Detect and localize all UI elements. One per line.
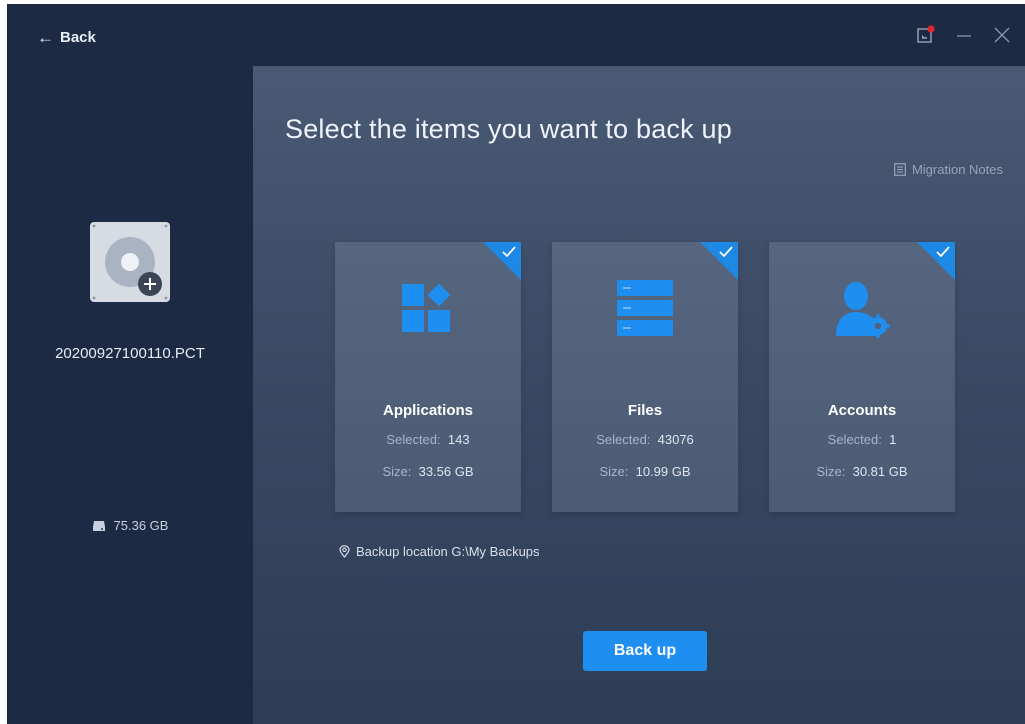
selected-label: Selected: <box>386 432 441 447</box>
checkmark-icon <box>502 246 516 258</box>
checkmark-icon <box>936 246 950 258</box>
card-selected-line: Selected: 143 <box>335 432 521 447</box>
app-window: ← Back 20200927100110.PCT 75.36 GB Selec… <box>7 4 1025 724</box>
back-label: Back <box>60 28 96 46</box>
accounts-card[interactable]: Accounts Selected: 1 Size: 30.81 GB <box>769 242 955 512</box>
selected-count: 1 <box>889 432 897 447</box>
close-icon <box>994 27 1010 43</box>
main-panel: Select the items you want to back up Mig… <box>253 66 1025 724</box>
checkmark-icon <box>719 246 733 258</box>
disk-size: 75.36 GB <box>7 518 253 533</box>
accounts-icon <box>836 282 890 338</box>
size-label: Size: <box>382 464 412 479</box>
card-size-line: Size: 33.56 GB <box>335 464 521 479</box>
back-button[interactable]: ← Back <box>37 26 96 48</box>
card-selected-line: Selected: 1 <box>769 432 955 447</box>
title-bar: ← Back <box>7 4 1025 66</box>
notification-button[interactable] <box>915 24 937 46</box>
card-selected-line: Selected: 43076 <box>552 432 738 447</box>
selected-label: Selected: <box>596 432 651 447</box>
card-title: Accounts <box>827 402 897 419</box>
selected-count: 143 <box>447 432 470 447</box>
backup-location[interactable]: Backup location G:\My Backups <box>339 544 540 559</box>
backup-image-icon <box>90 222 170 302</box>
window-controls <box>915 24 1013 46</box>
back-arrow-icon: ← <box>37 27 54 47</box>
size-value: 33.56 GB <box>418 464 474 479</box>
applications-card[interactable]: Applications Selected: 143 Size: 33.56 G… <box>335 242 521 512</box>
disk-size-value: 75.36 GB <box>113 518 169 533</box>
size-label: Size: <box>599 464 629 479</box>
close-button[interactable] <box>991 24 1013 46</box>
size-value: 30.81 GB <box>852 464 908 479</box>
location-pin-icon <box>339 545 350 558</box>
migration-notes-link[interactable]: Migration Notes <box>894 162 1003 177</box>
notes-icon <box>894 163 906 176</box>
drive-icon <box>92 520 105 531</box>
files-icon <box>617 280 673 336</box>
page-title: Select the items you want to back up <box>285 114 732 144</box>
files-card[interactable]: Files Selected: 43076 Size: 10.99 GB <box>552 242 738 512</box>
migration-notes-label: Migration Notes <box>911 162 1003 177</box>
backup-filename: 20200927100110.PCT <box>55 345 205 362</box>
card-title: Applications <box>382 402 473 419</box>
minimize-button[interactable] <box>953 24 975 46</box>
size-label: Size: <box>816 464 846 479</box>
selected-count: 43076 <box>657 432 694 447</box>
selected-label: Selected: <box>827 432 882 447</box>
back-up-button[interactable]: Back up <box>583 631 707 671</box>
card-size-line: Size: 10.99 GB <box>552 464 738 479</box>
sidebar: 20200927100110.PCT 75.36 GB <box>7 66 253 724</box>
card-size-line: Size: 30.81 GB <box>769 464 955 479</box>
applications-icon <box>402 283 451 332</box>
card-title: Files <box>627 402 663 419</box>
notification-icon <box>917 25 935 43</box>
backup-location-text: Backup location G:\My Backups <box>356 544 540 559</box>
size-value: 10.99 GB <box>635 464 691 479</box>
minimize-icon <box>957 35 971 37</box>
